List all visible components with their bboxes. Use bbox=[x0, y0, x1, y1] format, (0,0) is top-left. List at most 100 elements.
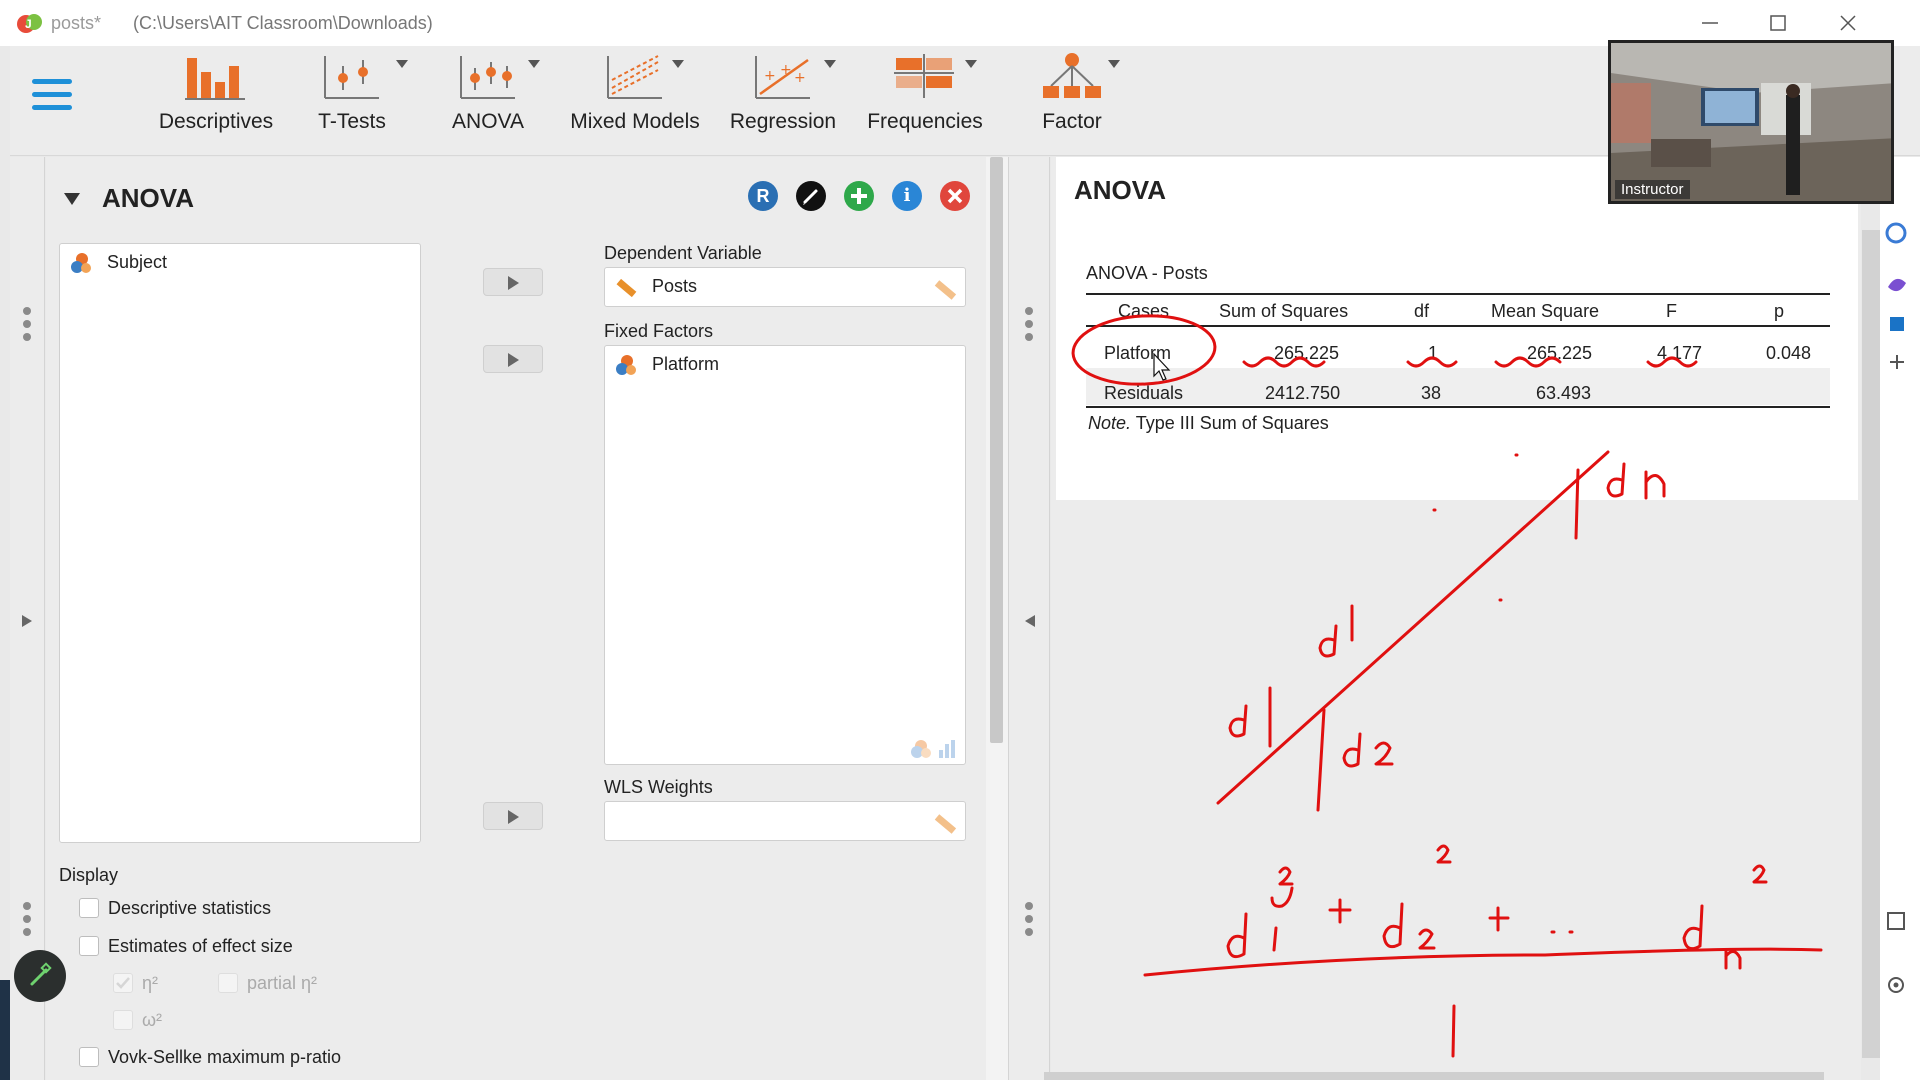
dependent-variable-label: Dependent Variable bbox=[604, 243, 762, 263]
minimize-icon[interactable] bbox=[1692, 8, 1728, 38]
file-path: (C:\Users\AIT Classroom\Downloads) bbox=[133, 13, 433, 33]
move-to-dependent-button[interactable] bbox=[483, 268, 543, 296]
column-header-mean-square: Mean Square bbox=[1491, 301, 1600, 321]
add-analysis-button[interactable] bbox=[844, 181, 874, 211]
regression-button[interactable]: + + + Regression bbox=[718, 52, 848, 134]
info-button[interactable]: i bbox=[892, 181, 922, 211]
svg-text:+: + bbox=[794, 70, 806, 86]
vovk-sellke-checkbox[interactable] bbox=[79, 1047, 99, 1067]
r-syntax-button[interactable]: R bbox=[748, 181, 778, 211]
t-tests-button[interactable]: T-Tests bbox=[302, 52, 408, 134]
annotation-pen-button[interactable] bbox=[14, 950, 66, 1002]
main-menu-button[interactable] bbox=[32, 79, 72, 119]
close-window-icon[interactable] bbox=[1830, 8, 1866, 38]
options-scrollbar[interactable] bbox=[986, 157, 1008, 1080]
row-sum-of-squares: 2412.750 bbox=[1265, 383, 1341, 403]
chevron-down-icon bbox=[965, 60, 977, 68]
list-item[interactable]: Subject bbox=[70, 252, 167, 274]
variable-label: Platform bbox=[652, 354, 720, 374]
descriptives-button[interactable]: Descriptives bbox=[142, 52, 290, 134]
fixed-factors-box[interactable]: Platform bbox=[604, 345, 966, 765]
drag-handle-icon[interactable] bbox=[23, 902, 31, 941]
frequencies-button[interactable]: Frequencies bbox=[855, 52, 995, 134]
column-header-p: p bbox=[1774, 301, 1785, 321]
anova-button[interactable]: ANOVA bbox=[438, 52, 540, 134]
results-output: ANOVA ANOVA - Posts Cases Sum of Squares… bbox=[1056, 157, 1858, 500]
remove-analysis-button[interactable] bbox=[940, 181, 970, 211]
t-tests-label: T-Tests bbox=[318, 110, 386, 133]
mixed-models-icon bbox=[607, 55, 662, 99]
results-panel-splitter[interactable] bbox=[1008, 157, 1050, 1080]
eta-squared-checkbox[interactable] bbox=[113, 973, 133, 993]
scrollbar-thumb[interactable] bbox=[990, 157, 1003, 743]
pencil-icon bbox=[803, 189, 818, 205]
descriptive-statistics-label[interactable]: Descriptive statistics bbox=[108, 898, 271, 919]
jasp-app-icon: J bbox=[17, 14, 42, 33]
scale-variable-icon bbox=[616, 279, 637, 298]
display-section-label: Display bbox=[59, 865, 119, 885]
table-footnote: Note. Type III Sum of Squares bbox=[1088, 413, 1329, 434]
partial-eta-squared-checkbox[interactable] bbox=[218, 973, 238, 993]
side-app-icons[interactable] bbox=[1884, 187, 1908, 397]
chevron-down-icon bbox=[824, 60, 836, 68]
descriptive-statistics-checkbox[interactable] bbox=[79, 898, 99, 918]
results-title[interactable]: ANOVA bbox=[1074, 175, 1166, 206]
drag-handle-icon[interactable] bbox=[1025, 307, 1033, 346]
settings-icon[interactable] bbox=[1884, 907, 1908, 997]
frequencies-icon bbox=[894, 54, 954, 98]
list-item[interactable]: Platform bbox=[615, 354, 719, 376]
ruler-icon bbox=[934, 280, 957, 300]
vovk-sellke-label[interactable]: Vovk-Sellke maximum p-ratio bbox=[108, 1047, 341, 1068]
results-scrollbar[interactable] bbox=[1862, 230, 1880, 1058]
factor-label: Factor bbox=[1042, 110, 1102, 133]
analysis-options-panel: ANOVA R i Subject Dependent Variable Pos… bbox=[46, 157, 986, 1080]
effect-size-checkbox[interactable] bbox=[79, 936, 99, 956]
nominal-variable-icon bbox=[71, 253, 91, 274]
row-df: 1 bbox=[1428, 343, 1439, 363]
list-item[interactable]: Posts bbox=[615, 276, 697, 298]
descriptives-label: Descriptives bbox=[158, 110, 274, 133]
anova-label: ANOVA bbox=[452, 110, 524, 133]
chevron-down-icon bbox=[528, 60, 540, 68]
close-icon bbox=[947, 188, 963, 204]
svg-text:J: J bbox=[25, 17, 32, 31]
column-header-f: F bbox=[1666, 301, 1677, 321]
row-mean-square: 63.493 bbox=[1536, 383, 1592, 403]
row-mean-square: 265.225 bbox=[1527, 343, 1593, 363]
results-horizontal-scrollbar[interactable] bbox=[1044, 1072, 1824, 1080]
partial-eta-squared-label[interactable]: partial η² bbox=[247, 973, 317, 994]
regression-label: Regression bbox=[729, 110, 837, 133]
descriptives-icon bbox=[185, 58, 245, 100]
mixed-models-label: Mixed Models bbox=[570, 110, 700, 133]
wls-weights-box[interactable] bbox=[604, 801, 966, 841]
maximize-icon[interactable] bbox=[1760, 8, 1796, 38]
allowed-types-icon bbox=[911, 740, 955, 758]
edit-title-button[interactable] bbox=[796, 181, 826, 211]
jasp-window: J posts* (C:\Users\AIT Classroom\Downloa… bbox=[0, 0, 1920, 1080]
move-to-fixed-factors-button[interactable] bbox=[483, 345, 543, 373]
collapse-options-icon[interactable] bbox=[1023, 613, 1037, 629]
column-header-cases: Cases bbox=[1118, 301, 1170, 321]
move-to-wls-weights-button[interactable] bbox=[483, 802, 543, 830]
drag-handle-icon[interactable] bbox=[23, 307, 31, 346]
omega-squared-label[interactable]: ω² bbox=[142, 1010, 162, 1031]
data-panel-splitter[interactable] bbox=[10, 157, 45, 1080]
analysis-title[interactable]: ANOVA bbox=[102, 183, 194, 214]
collapse-triangle-icon[interactable] bbox=[64, 193, 80, 205]
chevron-down-icon bbox=[672, 60, 684, 68]
omega-squared-checkbox[interactable] bbox=[113, 1010, 133, 1030]
side-strip bbox=[1880, 157, 1920, 1080]
factor-button[interactable]: Factor bbox=[1022, 52, 1122, 134]
svg-text:+: + bbox=[764, 68, 776, 84]
dependent-variable-box[interactable]: Posts bbox=[604, 267, 966, 307]
column-header-df: df bbox=[1414, 301, 1430, 321]
drag-handle-icon[interactable] bbox=[1025, 902, 1033, 941]
available-variables-list[interactable]: Subject bbox=[59, 243, 421, 843]
expand-data-icon[interactable] bbox=[20, 613, 34, 629]
chevron-down-icon bbox=[396, 60, 408, 68]
table-title: ANOVA - Posts bbox=[1086, 263, 1208, 283]
eta-squared-label[interactable]: η² bbox=[142, 973, 158, 994]
effect-size-label[interactable]: Estimates of effect size bbox=[108, 936, 293, 957]
nominal-variable-icon bbox=[616, 355, 636, 376]
mixed-models-button[interactable]: Mixed Models bbox=[560, 52, 710, 134]
